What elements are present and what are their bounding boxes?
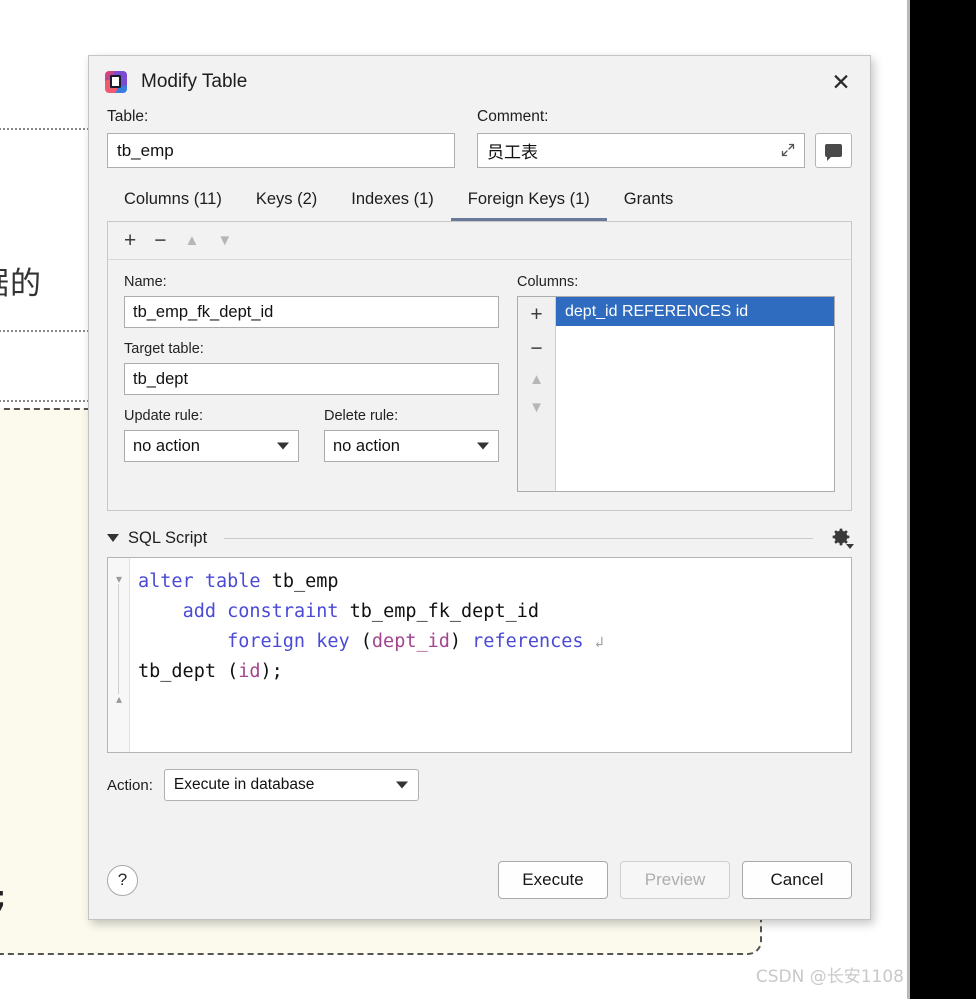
code-fold-icon[interactable]: ▴ bbox=[112, 692, 126, 706]
cancel-button[interactable]: Cancel bbox=[742, 861, 852, 899]
move-down-icon: ▼ bbox=[217, 232, 233, 249]
watermark: CSDN @长安1108 bbox=[755, 967, 904, 987]
plus-icon[interactable]: + bbox=[124, 230, 136, 251]
update-rule-group: Update rule: no action bbox=[124, 408, 299, 462]
table-field-group: Table: bbox=[107, 108, 455, 168]
tab-indexes[interactable]: Indexes (1) bbox=[334, 184, 451, 221]
sql-code: alter table tb_emp add constraint tb_emp… bbox=[130, 558, 851, 752]
comment-bubble-icon[interactable] bbox=[815, 133, 852, 168]
editor-gutter: ▾ ▴ bbox=[108, 558, 130, 752]
update-rule-value: no action bbox=[133, 436, 200, 455]
tab-bar: Columns (11) Keys (2) Indexes (1) Foreig… bbox=[89, 184, 870, 221]
sql-script-title: SQL Script bbox=[128, 528, 208, 547]
comment-label: Comment: bbox=[477, 108, 549, 125]
background-text: 据的 bbox=[0, 266, 42, 302]
background-code-text: ; bbox=[0, 880, 10, 915]
foreign-keys-panel: + − ▲ ▼ Name: Target table: Update rule: bbox=[107, 221, 852, 511]
top-fields-row: Table: Comment: bbox=[89, 108, 870, 168]
tab-columns[interactable]: Columns (11) bbox=[107, 184, 239, 221]
update-rule-label: Update rule: bbox=[124, 408, 203, 424]
action-row: Action: Execute in database bbox=[89, 769, 870, 801]
comment-field-group: Comment: bbox=[477, 108, 852, 168]
delete-rule-select[interactable]: no action bbox=[324, 430, 499, 462]
chevron-down-icon[interactable] bbox=[107, 534, 119, 542]
chevron-down-icon bbox=[395, 781, 408, 789]
action-select[interactable]: Execute in database bbox=[163, 769, 419, 801]
columns-button-bar: + − ▲ ▼ bbox=[518, 297, 556, 491]
foreign-key-editor: Name: Target table: Update rule: no acti… bbox=[108, 260, 851, 510]
minus-icon[interactable]: − bbox=[154, 230, 166, 251]
update-rule-select[interactable]: no action bbox=[124, 430, 299, 462]
sql-line: add constraint tb_emp_fk_dept_id bbox=[182, 601, 540, 622]
dialog-footer: ? Execute Preview Cancel bbox=[89, 861, 870, 899]
datagrip-icon bbox=[105, 71, 127, 93]
sql-script-editor[interactable]: ▾ ▴ alter table tb_emp add constraint tb… bbox=[107, 557, 852, 753]
modify-table-dialog: Modify Table ✕ Table: Comment: bbox=[88, 55, 871, 920]
fk-target-table-label: Target table: bbox=[124, 341, 204, 357]
chevron-down-icon bbox=[277, 442, 289, 450]
fk-form-column: Name: Target table: Update rule: no acti… bbox=[124, 274, 499, 492]
fk-target-table-input[interactable] bbox=[124, 363, 499, 395]
help-button[interactable]: ? bbox=[107, 864, 138, 896]
table-name-input[interactable] bbox=[107, 133, 455, 168]
plus-icon[interactable]: + bbox=[530, 304, 542, 325]
foreign-keys-toolbar: + − ▲ ▼ bbox=[108, 222, 851, 260]
sql-line: tb_dept (id); bbox=[138, 661, 283, 682]
move-up-icon: ▲ bbox=[184, 232, 200, 249]
table-label: Table: bbox=[107, 108, 149, 125]
tab-keys[interactable]: Keys (2) bbox=[239, 184, 334, 221]
delete-rule-value: no action bbox=[333, 436, 400, 455]
sql-line: foreign key (dept_id) references ↲ bbox=[227, 631, 604, 652]
fk-name-label: Name: bbox=[124, 274, 167, 290]
delete-rule-label: Delete rule: bbox=[324, 408, 399, 424]
tab-foreign-keys[interactable]: Foreign Keys (1) bbox=[450, 184, 607, 221]
dialog-titlebar: Modify Table ✕ bbox=[89, 56, 870, 108]
gear-icon[interactable] bbox=[830, 527, 854, 549]
screen: 据的 ; CSDN @长安1108 Modify Table ✕ Table: … bbox=[0, 0, 976, 999]
divider bbox=[224, 537, 813, 539]
action-label: Action: bbox=[107, 776, 153, 794]
move-down-icon: ▼ bbox=[529, 399, 544, 416]
sql-line: alter table tb_emp bbox=[138, 571, 339, 592]
tab-grants[interactable]: Grants bbox=[607, 184, 691, 221]
columns-list: dept_id REFERENCES id bbox=[556, 297, 834, 491]
list-item[interactable]: dept_id REFERENCES id bbox=[556, 297, 834, 326]
sql-script-header: SQL Script bbox=[89, 527, 870, 549]
preview-button: Preview bbox=[620, 861, 730, 899]
code-fold-icon[interactable]: ▾ bbox=[112, 572, 126, 586]
action-value: Execute in database bbox=[173, 776, 315, 793]
columns-panel: Columns: + − ▲ ▼ dept_id REFERENCES id bbox=[517, 274, 835, 492]
columns-label: Columns: bbox=[517, 274, 579, 290]
close-icon[interactable]: ✕ bbox=[826, 67, 856, 97]
chevron-down-icon bbox=[477, 442, 489, 450]
black-band bbox=[910, 0, 976, 999]
dialog-title: Modify Table bbox=[141, 71, 248, 92]
execute-button[interactable]: Execute bbox=[498, 861, 608, 899]
fk-name-input[interactable] bbox=[124, 296, 499, 328]
delete-rule-group: Delete rule: no action bbox=[324, 408, 499, 462]
move-up-icon: ▲ bbox=[529, 371, 544, 388]
comment-input[interactable] bbox=[477, 133, 805, 168]
expand-icon[interactable] bbox=[780, 142, 796, 158]
minus-icon[interactable]: − bbox=[530, 338, 542, 359]
